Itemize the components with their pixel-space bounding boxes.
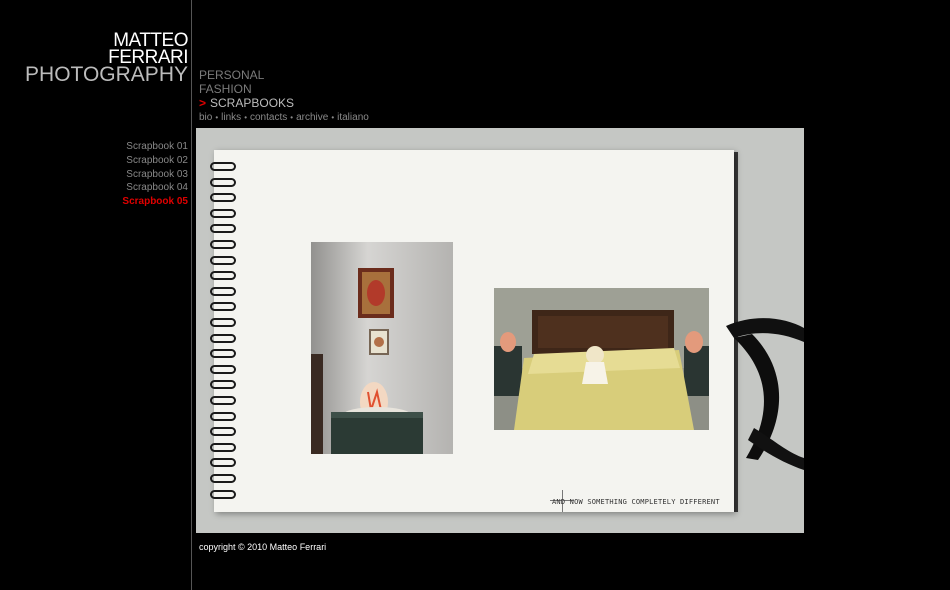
active-arrow-icon: > xyxy=(199,96,207,110)
pasted-photo-nightstand xyxy=(311,242,453,454)
scrapbook-link-01[interactable]: Scrapbook 01 xyxy=(122,140,188,154)
separator: • xyxy=(215,113,219,122)
main-menu: PERSONAL FASHION > SCRAPBOOKS xyxy=(199,68,294,110)
spiral-coil xyxy=(210,177,236,187)
nav-link-bio[interactable]: bio xyxy=(199,112,212,123)
spiral-coil xyxy=(210,380,236,390)
nav-link-contacts[interactable]: contacts xyxy=(250,112,287,123)
nav-link-links[interactable]: links xyxy=(221,112,241,123)
scrapbook-page: AND NOW SOMETHING COMPLETELY DIFFERENT xyxy=(214,150,734,512)
menu-item-scrapbooks-label: SCRAPBOOKS xyxy=(210,96,295,110)
handwritten-caption: AND NOW SOMETHING COMPLETELY DIFFERENT xyxy=(552,498,720,506)
nav-link-italiano[interactable]: italiano xyxy=(337,112,369,123)
spiral-coil xyxy=(210,271,236,281)
spiral-coil xyxy=(210,255,236,265)
nav-link-archive[interactable]: archive xyxy=(296,112,328,123)
spiral-coil xyxy=(210,318,236,327)
scrapbook-link-05[interactable]: Scrapbook 05 xyxy=(122,195,188,209)
spiral-coil xyxy=(210,333,236,343)
spiral-coil xyxy=(210,396,236,405)
menu-item-fashion[interactable]: FASHION xyxy=(199,82,294,96)
spiral-coil xyxy=(210,349,236,359)
copyright-text: copyright © 2010 Matteo Ferrari xyxy=(199,542,327,552)
vertical-divider xyxy=(191,0,192,590)
spiral-coil xyxy=(210,489,236,499)
site-logo[interactable]: MATTEO FERRARI PHOTOGRAPHY xyxy=(25,31,188,86)
spiral-coil xyxy=(210,208,236,218)
spiral-coil xyxy=(210,442,236,452)
separator: • xyxy=(331,113,335,122)
separator: • xyxy=(290,113,294,122)
spiral-coil xyxy=(210,224,236,234)
menu-item-personal[interactable]: PERSONAL xyxy=(199,68,294,82)
secondary-nav: bio • links • contacts • archive • italiano xyxy=(199,112,369,123)
black-ribbon xyxy=(726,318,804,470)
scrapbook-nav: Scrapbook 01 Scrapbook 02 Scrapbook 03 S… xyxy=(122,140,188,209)
scrapbook-link-03[interactable]: Scrapbook 03 xyxy=(122,168,188,182)
separator: • xyxy=(244,113,247,122)
spiral-coil xyxy=(210,286,236,296)
spiral-coil xyxy=(210,458,236,468)
spiral-coil xyxy=(210,364,236,374)
spiral-coil xyxy=(210,193,236,203)
spiral-coil xyxy=(210,411,236,421)
spiral-coil xyxy=(210,162,236,171)
logo-line-photography: PHOTOGRAPHY xyxy=(25,63,188,86)
scrapbook-link-02[interactable]: Scrapbook 02 xyxy=(122,154,188,168)
scrapbook-photo: AND NOW SOMETHING COMPLETELY DIFFERENT xyxy=(196,128,804,533)
spiral-coil xyxy=(210,427,236,437)
menu-item-scrapbooks[interactable]: > SCRAPBOOKS xyxy=(199,96,294,110)
spiral-coil xyxy=(210,302,236,312)
scrapbook-link-04[interactable]: Scrapbook 04 xyxy=(122,181,188,195)
spiral-coil xyxy=(210,474,236,483)
pasted-photo-bed xyxy=(494,288,709,430)
spiral-binding xyxy=(210,154,238,504)
spiral-coil xyxy=(210,240,236,249)
